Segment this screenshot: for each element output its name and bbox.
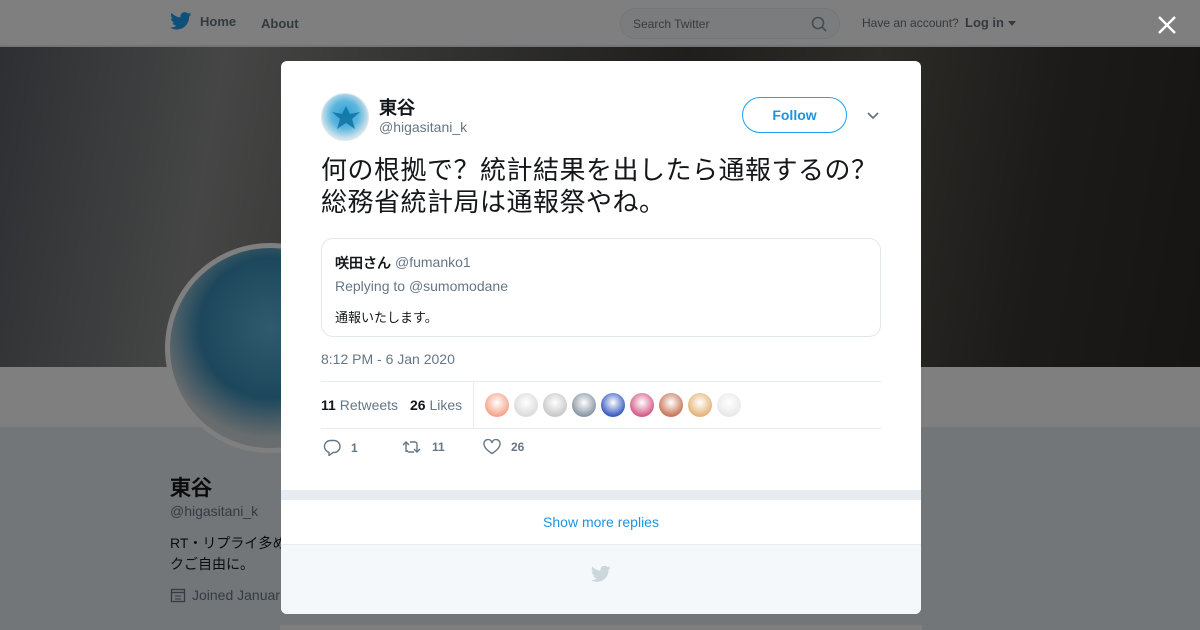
quoted-tweet-text: 通報いたします。: [335, 310, 438, 325]
retweet-icon: [402, 441, 421, 453]
tweet-author-handle[interactable]: @higasitani_k: [379, 119, 467, 135]
liker-avatar[interactable]: [630, 393, 654, 417]
follow-button[interactable]: Follow: [742, 97, 847, 133]
likes-stat[interactable]: 26 Likes: [410, 397, 462, 413]
reply-icon: [323, 439, 341, 456]
replying-to-handle[interactable]: @sumomodane: [409, 278, 508, 294]
show-more-replies-link[interactable]: Show more replies: [281, 500, 921, 545]
tweet-timestamp: 8:12 PM - 6 Jan 2020: [321, 351, 455, 367]
eagle-emblem-icon: [332, 106, 360, 129]
tweet-text: 何の根拠で？統計結果を出したら通報するの？総務省統計局は通報祭やね。: [321, 155, 878, 217]
like-action[interactable]: 26: [483, 439, 524, 455]
retweet-action[interactable]: 11: [402, 439, 445, 455]
reply-count: 1: [351, 440, 358, 455]
retweets-stat[interactable]: 11 Retweets: [321, 397, 398, 413]
quoted-author-name: 咲田さん: [335, 255, 391, 271]
likes-label: Likes: [429, 397, 463, 413]
liker-avatar[interactable]: [514, 393, 538, 417]
retweet-count: 11: [432, 440, 445, 454]
liker-avatars: [485, 393, 741, 417]
quoted-author-handle: @fumanko1: [395, 254, 471, 270]
liker-avatar[interactable]: [688, 393, 712, 417]
replying-prefix: Replying to: [335, 278, 406, 294]
tweet-modal: 東谷 @higasitani_k Follow 何の根拠で？統計結果を出したら通…: [281, 61, 921, 614]
liker-avatar[interactable]: [601, 393, 625, 417]
tweet-stats: 11 Retweets 26 Likes: [321, 381, 881, 429]
twitter-bird-icon: [591, 565, 611, 582]
liker-avatar[interactable]: [717, 393, 741, 417]
modal-footer: [281, 545, 921, 614]
quoted-replying-to: Replying to @sumomodane: [335, 278, 508, 294]
tweet-author-name[interactable]: 東谷: [379, 94, 415, 120]
like-count: 26: [511, 440, 525, 454]
heart-icon: [483, 439, 501, 455]
liker-avatar[interactable]: [543, 393, 567, 417]
quoted-tweet[interactable]: 咲田さん @fumanko1 Replying to @sumomodane 通…: [321, 238, 881, 337]
chevron-down-icon[interactable]: [865, 107, 881, 123]
likes-count: 26: [410, 397, 426, 413]
retweets-label: Retweets: [339, 397, 399, 413]
replies-separator: [281, 490, 921, 500]
liker-avatar[interactable]: [485, 393, 509, 417]
reply-action[interactable]: 1: [323, 439, 358, 456]
stats-divider: [473, 382, 474, 429]
retweets-count: 11: [321, 397, 336, 413]
liker-avatar[interactable]: [572, 393, 596, 417]
liker-avatar[interactable]: [659, 393, 683, 417]
tweet-author-avatar[interactable]: [321, 93, 369, 141]
close-icon[interactable]: [1153, 11, 1181, 39]
